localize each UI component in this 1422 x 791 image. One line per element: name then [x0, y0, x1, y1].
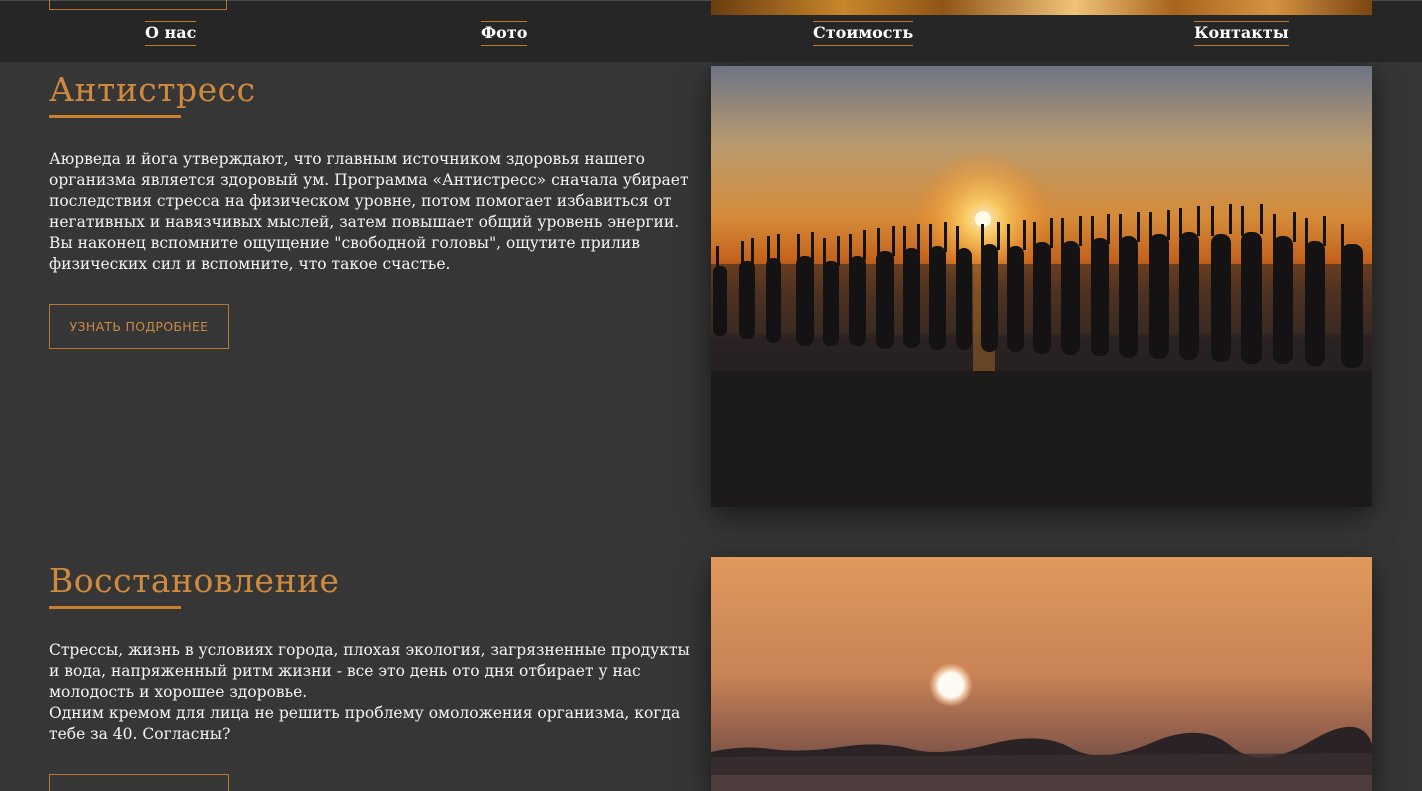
- page: О нас Фото Стоимость Контакты Антистресс…: [0, 0, 1422, 791]
- sunset-group-photo: [711, 66, 1372, 507]
- previous-section-photo-fragment: [711, 0, 1372, 15]
- learn-more-button[interactable]: УЗНАТЬ ПОДРОБНЕЕ: [49, 304, 229, 349]
- nav-link-pricing[interactable]: Стоимость: [813, 21, 914, 46]
- title-underline: [49, 606, 181, 609]
- learn-more-button-partial[interactable]: [49, 774, 229, 791]
- nav-link-photo[interactable]: Фото: [481, 21, 528, 46]
- section-title-recovery: Восстановление: [49, 561, 340, 600]
- title-underline: [49, 115, 181, 118]
- section-description: Аюрведа и йога утверждают, что главным и…: [49, 150, 689, 273]
- top-navigation-bar: О нас Фото Стоимость Контакты: [0, 0, 1422, 62]
- section-description-second: Одним кремом для лица не решить проблему…: [49, 704, 681, 743]
- nav-link-about[interactable]: О нас: [145, 21, 197, 46]
- sunset-sea-photo: [711, 557, 1372, 791]
- previous-section-button-fragment[interactable]: [49, 0, 227, 10]
- nav-link-contacts[interactable]: Контакты: [1194, 21, 1289, 46]
- section-description: Стрессы, жизнь в условиях города, плохая…: [49, 641, 690, 701]
- section-title-antistress: Антистресс: [49, 70, 256, 109]
